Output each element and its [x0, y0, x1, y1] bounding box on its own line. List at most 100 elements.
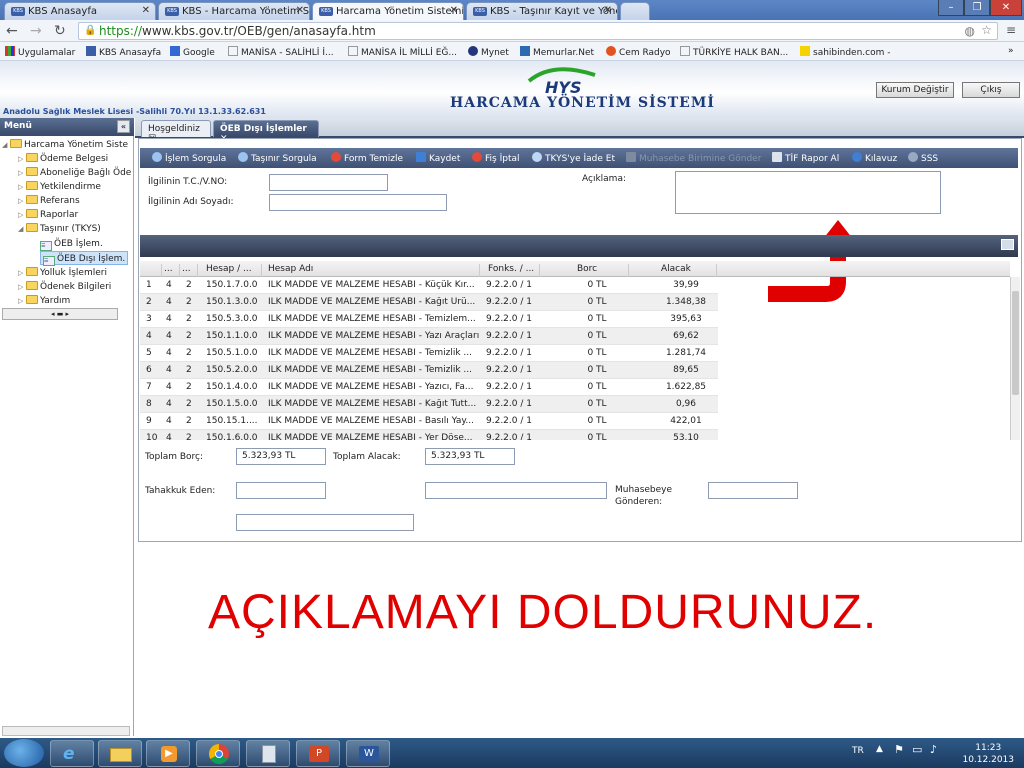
- tree-node-referans[interactable]: ▷ Referans: [18, 194, 80, 208]
- ie-taskbar-icon[interactable]: e: [50, 740, 94, 767]
- close-tab-icon[interactable]: ✕: [604, 5, 612, 16]
- tc-input[interactable]: [269, 174, 388, 191]
- grid-menu-icon[interactable]: [1001, 239, 1014, 250]
- close-tab-icon[interactable]: ✕: [142, 5, 150, 16]
- fis-iptal-button[interactable]: Fiş İptal: [472, 152, 519, 164]
- media-player-taskbar-icon[interactable]: ▶: [146, 740, 190, 767]
- menu-bottom-scrollbar[interactable]: [2, 726, 130, 736]
- sss-button[interactable]: SSS: [908, 152, 938, 164]
- volume-icon[interactable]: ♪: [930, 743, 937, 756]
- islem-sorgula-button[interactable]: İşlem Sorgula: [152, 152, 226, 164]
- tree-node-tasinir[interactable]: ◢ Taşınır (TKYS): [18, 222, 101, 236]
- table-row[interactable]: 10 4 2 150.1.6.0.0 İLK MADDE VE MALZEME HESA…: [140, 430, 718, 440]
- bookmark-kbs[interactable]: KBS Anasayfa: [86, 46, 161, 58]
- muhasebe-gonderen-input[interactable]: [708, 482, 798, 499]
- browser-tab-kbs-anasayfa[interactable]: KBS KBS Anasayfa ✕: [4, 2, 156, 20]
- tree-node-odenek[interactable]: ▷ Ödenek Bilgileri: [18, 280, 111, 294]
- tree-node-harcama[interactable]: ◢ Harcama Yönetim Siste: [2, 138, 128, 152]
- calculator-taskbar-icon[interactable]: [246, 740, 290, 767]
- tahakkuk-input[interactable]: [236, 482, 326, 499]
- scroll-thumb[interactable]: [1012, 291, 1019, 395]
- tif-rapor-button[interactable]: TİF Rapor Al: [772, 152, 839, 164]
- grid-col-hesap[interactable]: Hesap / ...: [206, 264, 262, 277]
- tree-node-odeme-belgesi[interactable]: ▷ Ödeme Belgesi: [18, 152, 108, 166]
- table-row[interactable]: 1 4 2 150.1.7.0.0 İLK MADDE VE MALZEME HESAB…: [140, 277, 718, 294]
- tree-node-oeb-islem[interactable]: ☰ ÖEB İşlem.: [40, 237, 103, 251]
- table-row[interactable]: 8 4 2 150.1.5.0.0 İLK MADDE VE MALZEME HESAB…: [140, 396, 718, 413]
- browser-tab-tasinir-kayit[interactable]: KBS KBS - Taşınır Kayıt ve Yöne ✕: [466, 2, 618, 20]
- grid-vertical-scrollbar[interactable]: [1010, 277, 1020, 440]
- tray-expand-icon[interactable]: ▲: [876, 744, 883, 754]
- shield-icon[interactable]: ◍: [965, 24, 975, 38]
- table-row[interactable]: 2 4 2 150.1.3.0.0 İLK MADDE VE MALZEME HESAB…: [140, 294, 718, 311]
- muhasebe-gonder-button[interactable]: Muhasebe Birimine Gönder: [626, 152, 761, 164]
- back-arrow-icon[interactable]: ←: [6, 23, 18, 39]
- language-indicator[interactable]: TR: [852, 746, 864, 756]
- tahakkuk-detail-input[interactable]: [236, 514, 414, 531]
- explorer-taskbar-icon[interactable]: [98, 740, 142, 767]
- tree-node-oeb-disi-islem[interactable]: ☰ ÖEB Dışı İşlem.: [40, 251, 129, 266]
- change-institution-button[interactable]: Kurum Değiştir: [876, 82, 954, 98]
- kilavuz-button[interactable]: Kılavuz: [852, 152, 897, 164]
- table-row[interactable]: 9 4 2 150.15.1.... İLK MADDE VE MALZEME HESA…: [140, 413, 718, 430]
- tkys-iade-button[interactable]: TKYS'ye İade Et: [532, 152, 615, 164]
- network-icon[interactable]: ▭: [912, 743, 922, 756]
- chrome-taskbar-icon[interactable]: [196, 740, 240, 767]
- bookmark-manisa-salihli[interactable]: MANİSA - SALİHLİ İ...: [228, 46, 334, 58]
- table-row[interactable]: 3 4 2 150.5.3.0.0 İLK MADDE VE MALZEME HESAB…: [140, 311, 718, 328]
- table-row[interactable]: 6 4 2 150.5.2.0.0 İLK MADDE VE MALZEME HESAB…: [140, 362, 718, 379]
- minimize-icon[interactable]: –: [938, 0, 964, 16]
- tahakkuk-name-input[interactable]: [425, 482, 607, 499]
- new-tab-button[interactable]: [620, 2, 650, 20]
- close-tab-icon[interactable]: ✕: [296, 5, 304, 16]
- bookmark-mynet[interactable]: Mynet: [468, 46, 509, 58]
- bookmark-sahibinden[interactable]: sahibinden.com -: [800, 46, 890, 58]
- grid-col-1[interactable]: ...: [164, 264, 180, 277]
- maximize-icon[interactable]: ❐: [964, 0, 990, 16]
- browser-tab-harcama-yonetim[interactable]: KBS KBS - Harcama Yönetim S ✕: [158, 2, 310, 20]
- system-clock[interactable]: 11:23 10.12.2013: [962, 742, 1014, 766]
- grid-col-hesap-adi[interactable]: Hesap Adı: [268, 264, 480, 277]
- tab-oeb-disi-islemler[interactable]: ÖEB Dışı İşlemler ✕: [213, 120, 319, 144]
- bookmark-cem-radyo[interactable]: Cem Radyo: [606, 46, 671, 58]
- grid-col-borc[interactable]: Borc: [577, 264, 629, 277]
- bookmark-halkbank[interactable]: TÜRKİYE HALK BAN...: [680, 46, 788, 58]
- bookmarks-more[interactable]: »: [1008, 46, 1014, 56]
- form-temizle-button[interactable]: Form Temizle: [331, 152, 403, 164]
- reload-icon[interactable]: ↻: [54, 23, 66, 39]
- name-input[interactable]: [269, 194, 447, 211]
- tree-node-yardim[interactable]: ▷ Yardım: [18, 294, 70, 308]
- tasinir-sorgula-button[interactable]: Taşınır Sorgula: [238, 152, 317, 164]
- description-textarea[interactable]: [675, 171, 941, 214]
- bookmark-memurlar[interactable]: Memurlar.Net: [520, 46, 594, 58]
- tab-hosgeldiniz[interactable]: Hoşgeldiniz ☒: [141, 120, 211, 144]
- grid-col-alacak[interactable]: Alacak: [661, 264, 717, 277]
- close-tab-icon[interactable]: ✕: [450, 5, 458, 16]
- grid-col-2[interactable]: ...: [182, 264, 198, 277]
- table-row[interactable]: 7 4 2 150.1.4.0.0 İLK MADDE VE MALZEME HESAB…: [140, 379, 718, 396]
- tree-horizontal-scrollbar[interactable]: ◂ ▬ ▸: [2, 308, 118, 320]
- kaydet-button[interactable]: Kaydet: [416, 152, 460, 164]
- menu-icon[interactable]: ≡: [1006, 23, 1016, 37]
- tree-node-raporlar[interactable]: ▷ Raporlar: [18, 208, 78, 222]
- bookmark-apps[interactable]: Uygulamalar: [5, 46, 75, 58]
- url-input[interactable]: 🔒 https://www.kbs.gov.tr/OEB/gen/anasayf…: [78, 22, 998, 40]
- word-taskbar-icon[interactable]: W: [346, 740, 390, 767]
- collapse-menu-icon[interactable]: «: [117, 120, 130, 133]
- forward-arrow-icon[interactable]: →: [30, 23, 42, 39]
- start-button-icon[interactable]: [4, 739, 44, 767]
- exit-button[interactable]: Çıkış: [962, 82, 1020, 98]
- grid-col-fonks[interactable]: Fonks. / ...: [488, 264, 540, 277]
- action-center-icon[interactable]: ⚑: [894, 743, 904, 756]
- star-icon[interactable]: ☆: [981, 23, 992, 37]
- table-row[interactable]: 4 4 2 150.1.1.0.0 İLK MADDE VE MALZEME HESAB…: [140, 328, 718, 345]
- tree-node-abonelik[interactable]: ▷ Aboneliğe Bağlı Öde: [18, 166, 131, 180]
- bookmark-google[interactable]: Google: [170, 46, 215, 58]
- tree-node-yetkilendirme[interactable]: ▷ Yetkilendirme: [18, 180, 101, 194]
- browser-tab-harcama-sistemi[interactable]: KBS Harcama Yönetim Sistemi ✕: [312, 2, 464, 21]
- powerpoint-taskbar-icon[interactable]: P: [296, 740, 340, 767]
- bookmark-manisa-milli[interactable]: MANİSA İL MİLLİ EĞ...: [348, 46, 457, 58]
- table-row[interactable]: 5 4 2 150.5.1.0.0 İLK MADDE VE MALZEME HESAB…: [140, 345, 718, 362]
- tree-node-yolluk[interactable]: ▷ Yolluk İşlemleri: [18, 266, 107, 280]
- close-window-icon[interactable]: ✕: [990, 0, 1022, 16]
